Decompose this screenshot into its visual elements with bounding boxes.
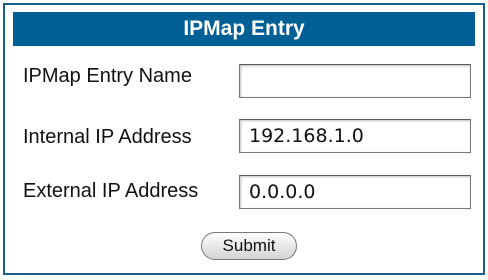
panel-title: IPMap Entry bbox=[13, 12, 475, 46]
entry-name-input[interactable] bbox=[239, 64, 471, 98]
entry-name-label: IPMap Entry Name bbox=[23, 65, 192, 87]
external-ip-input[interactable] bbox=[239, 175, 471, 209]
ipmap-entry-panel: IPMap Entry IPMap Entry Name Internal IP… bbox=[3, 3, 485, 275]
internal-ip-label: Internal IP Address bbox=[23, 126, 192, 148]
external-ip-label: External IP Address bbox=[23, 180, 199, 202]
submit-button[interactable]: Submit bbox=[201, 232, 297, 260]
internal-ip-input[interactable] bbox=[239, 119, 471, 153]
